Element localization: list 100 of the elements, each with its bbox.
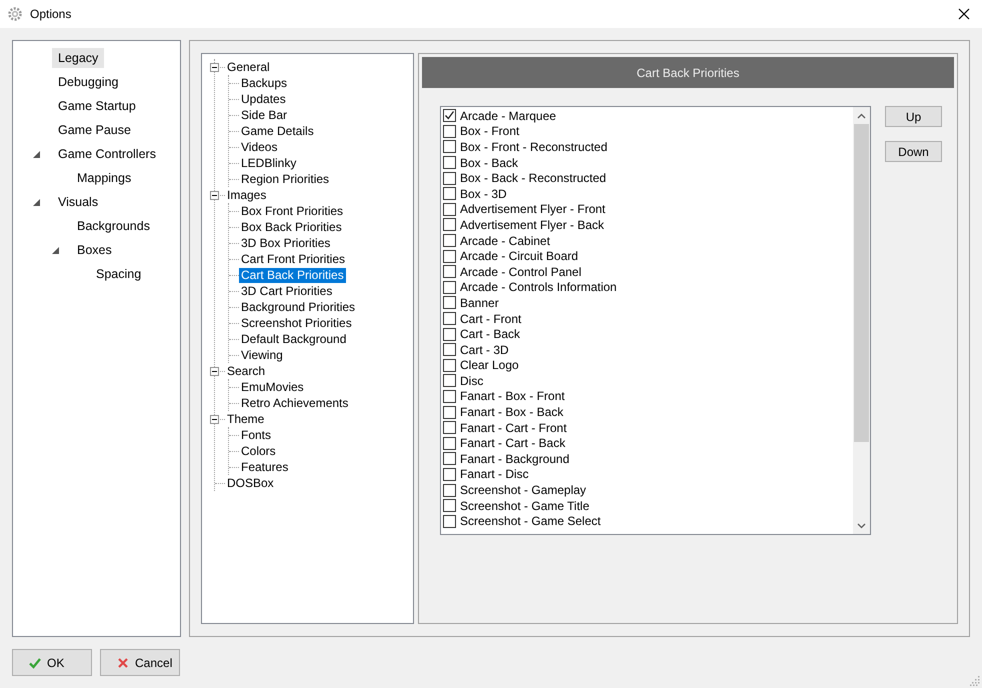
checkbox[interactable] bbox=[443, 234, 456, 248]
expand-arrow-icon[interactable] bbox=[52, 246, 59, 254]
nav-item[interactable]: Boxes bbox=[71, 240, 118, 260]
tree-item[interactable]: Side Bar bbox=[239, 108, 290, 122]
tree-item[interactable]: 3D Cart Priorities bbox=[239, 284, 334, 298]
checkbox[interactable] bbox=[443, 499, 456, 512]
checkbox[interactable] bbox=[443, 374, 456, 388]
section-header: Cart Back Priorities bbox=[422, 57, 954, 88]
collapse-icon[interactable] bbox=[210, 62, 219, 72]
tree-item[interactable]: Updates bbox=[239, 92, 288, 106]
tree-item[interactable]: 3D Box Priorities bbox=[239, 236, 332, 250]
tree-item[interactable]: Cart Back Priorities bbox=[239, 268, 346, 282]
tree-item[interactable]: Search bbox=[225, 364, 268, 378]
item-label: Screenshot - Gameplay bbox=[460, 483, 586, 498]
checkbox[interactable] bbox=[443, 280, 456, 294]
tree-item[interactable]: Screenshot Priorities bbox=[239, 316, 354, 330]
nav-item[interactable]: Visuals bbox=[52, 192, 104, 212]
checkbox[interactable] bbox=[443, 406, 456, 419]
tree-item[interactable]: LEDBlinky bbox=[239, 156, 298, 170]
cancel-button[interactable]: Cancel bbox=[100, 649, 180, 676]
nav-item[interactable]: Game Controllers bbox=[52, 144, 162, 164]
item-label: Box - Front bbox=[460, 124, 520, 138]
checkbox[interactable] bbox=[443, 140, 456, 154]
checkbox[interactable] bbox=[443, 484, 456, 497]
item-label: Screenshot - Game Select bbox=[460, 514, 601, 528]
expand-arrow-icon[interactable] bbox=[33, 150, 40, 158]
checkbox[interactable] bbox=[443, 514, 456, 528]
nav-item[interactable]: Backgrounds bbox=[71, 216, 156, 236]
scroll-up-icon[interactable] bbox=[857, 113, 866, 119]
tree-item[interactable]: DOSBox bbox=[225, 476, 276, 490]
tree-item[interactable]: Viewing bbox=[239, 348, 285, 362]
item-label: Fanart - Cart - Back bbox=[460, 436, 566, 450]
item-label: Fanart - Cart - Front bbox=[460, 420, 567, 435]
gear-icon bbox=[8, 7, 22, 21]
tree-item[interactable]: Box Back Priorities bbox=[239, 220, 344, 234]
nav-item[interactable]: Spacing bbox=[90, 264, 148, 284]
checkbox[interactable] bbox=[443, 468, 456, 481]
checkbox[interactable] bbox=[443, 312, 456, 326]
tree-item[interactable]: General bbox=[225, 60, 272, 74]
tree-item[interactable]: Videos bbox=[239, 140, 280, 154]
checkbox[interactable] bbox=[443, 452, 456, 466]
checkbox[interactable] bbox=[443, 390, 456, 403]
scrollbar[interactable] bbox=[853, 107, 870, 534]
move-button[interactable]: Down bbox=[885, 141, 942, 162]
close-icon[interactable] bbox=[958, 8, 970, 20]
tree-item[interactable]: Region Priorities bbox=[239, 172, 332, 186]
item-label: Box - Back bbox=[460, 156, 518, 170]
nav-item[interactable]: Debugging bbox=[52, 72, 124, 92]
item-label: Advertisement Flyer - Front bbox=[460, 202, 606, 216]
tree-item[interactable]: EmuMovies bbox=[239, 380, 306, 394]
tree-item[interactable]: Cart Front Priorities bbox=[239, 252, 348, 266]
tree-item[interactable]: Colors bbox=[239, 444, 278, 458]
resize-grip-icon[interactable] bbox=[970, 676, 980, 686]
checkbox[interactable] bbox=[443, 250, 456, 263]
expand-arrow-icon[interactable] bbox=[33, 198, 40, 206]
scroll-down-icon[interactable] bbox=[857, 523, 866, 529]
tree-item[interactable]: Background Priorities bbox=[239, 300, 358, 314]
tree-item[interactable]: Features bbox=[239, 460, 290, 474]
checkbox[interactable] bbox=[443, 124, 456, 138]
checkbox[interactable] bbox=[443, 172, 456, 185]
nav-item[interactable]: Mappings bbox=[71, 168, 138, 188]
tree-item[interactable]: Fonts bbox=[239, 428, 274, 442]
item-label: Fanart - Box - Front bbox=[460, 389, 565, 404]
item-label: Cart - Front bbox=[460, 312, 522, 326]
checkbox[interactable] bbox=[443, 156, 456, 170]
nav-item[interactable]: Game Pause bbox=[52, 120, 137, 140]
tree-item[interactable]: Backups bbox=[239, 76, 290, 90]
checkbox[interactable] bbox=[443, 187, 456, 200]
cross-icon bbox=[117, 656, 129, 668]
checkbox[interactable] bbox=[443, 218, 456, 232]
item-label: Clear Logo bbox=[460, 358, 519, 372]
collapse-icon[interactable] bbox=[210, 190, 219, 200]
checkbox[interactable] bbox=[443, 202, 456, 216]
checkbox[interactable] bbox=[443, 343, 456, 356]
item-label: Fanart - Box - Back bbox=[460, 405, 564, 420]
nav-item[interactable]: Legacy bbox=[52, 48, 104, 68]
tree-item[interactable]: Box Front Priorities bbox=[239, 204, 346, 218]
tree-item[interactable]: Default Background bbox=[239, 332, 348, 346]
move-button[interactable]: Up bbox=[885, 106, 942, 127]
ok-button[interactable]: OK bbox=[12, 649, 92, 676]
checkbox[interactable] bbox=[443, 358, 456, 372]
checkbox[interactable] bbox=[443, 296, 456, 310]
collapse-icon[interactable] bbox=[210, 414, 219, 424]
item-label: Banner bbox=[460, 296, 499, 310]
tree-item[interactable]: Images bbox=[225, 188, 268, 202]
tree-item[interactable]: Theme bbox=[225, 412, 266, 426]
item-label: Arcade - Controls Information bbox=[460, 280, 617, 294]
item-label: Advertisement Flyer - Back bbox=[460, 218, 604, 232]
checkbox[interactable] bbox=[443, 328, 456, 341]
checkbox[interactable] bbox=[443, 265, 456, 278]
checkbox[interactable] bbox=[443, 109, 456, 122]
item-label: Cart - 3D bbox=[460, 342, 509, 357]
checkbox[interactable] bbox=[443, 421, 456, 434]
tree-item[interactable]: Game Details bbox=[239, 124, 316, 138]
tree-item[interactable]: Retro Achievements bbox=[239, 396, 350, 410]
item-label: Arcade - Cabinet bbox=[460, 234, 550, 248]
checkbox[interactable] bbox=[443, 436, 456, 450]
scroll-thumb[interactable] bbox=[854, 124, 869, 442]
collapse-icon[interactable] bbox=[210, 366, 219, 376]
nav-item[interactable]: Game Startup bbox=[52, 96, 142, 116]
